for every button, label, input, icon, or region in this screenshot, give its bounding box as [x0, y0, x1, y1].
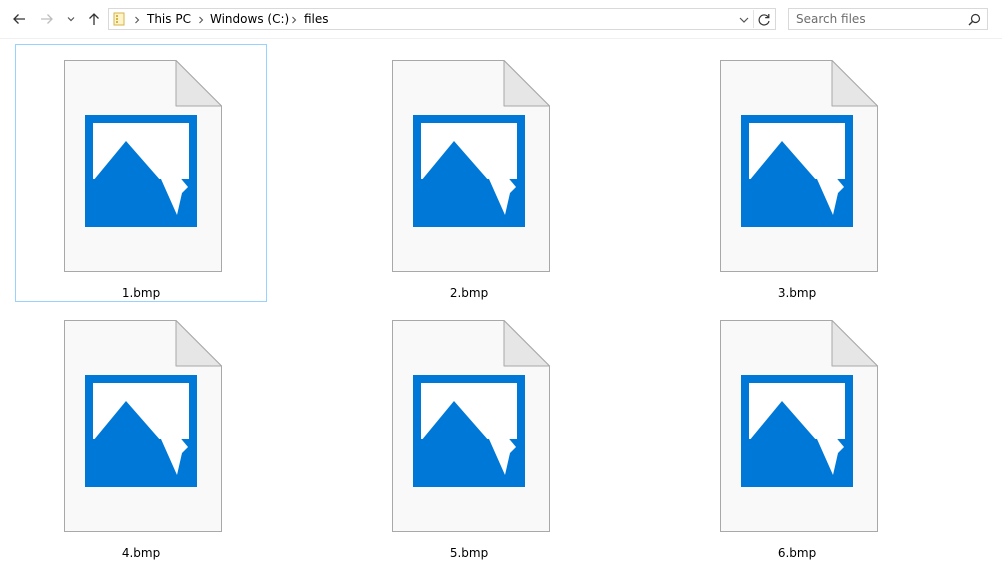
forward-arrow-icon	[40, 13, 54, 25]
folder-icon	[112, 12, 126, 26]
chevron-right-icon[interactable]	[133, 14, 141, 24]
breadcrumb-windows-c[interactable]: Windows (C:)	[210, 12, 289, 26]
bitmap-image-icon	[64, 320, 222, 532]
refresh-icon	[758, 14, 770, 26]
address-dropdown-button[interactable]	[737, 13, 751, 27]
file-name[interactable]: 6.bmp	[672, 546, 922, 560]
file-name[interactable]: 3.bmp	[672, 286, 922, 300]
address-divider	[753, 10, 754, 28]
bitmap-image-icon	[392, 320, 550, 532]
chevron-down-icon	[67, 16, 75, 22]
recent-locations-button[interactable]	[62, 9, 80, 29]
bitmap-image-icon	[64, 60, 222, 272]
chevron-down-icon	[739, 17, 749, 23]
file-tile-1[interactable]: 1.bmp	[15, 44, 267, 302]
file-tile-4[interactable]: 4.bmp	[15, 304, 267, 562]
navigation-toolbar: This PC Windows (C:) files Search files	[0, 0, 1002, 39]
back-arrow-icon	[12, 13, 26, 25]
up-arrow-icon	[88, 12, 100, 26]
address-bar[interactable]: This PC Windows (C:) files	[108, 8, 776, 30]
search-placeholder[interactable]: Search files	[796, 12, 866, 26]
forward-button[interactable]	[36, 9, 58, 29]
back-button[interactable]	[8, 9, 30, 29]
breadcrumb-this-pc[interactable]: This PC	[147, 12, 191, 26]
chevron-right-icon[interactable]	[290, 14, 298, 24]
search-box[interactable]: Search files	[788, 8, 988, 30]
up-button[interactable]	[84, 9, 104, 29]
file-tile-5[interactable]: 5.bmp	[343, 304, 595, 562]
file-tile-3[interactable]: 3.bmp	[671, 44, 923, 302]
file-name[interactable]: 5.bmp	[344, 546, 594, 560]
bitmap-image-icon	[392, 60, 550, 272]
file-name[interactable]: 2.bmp	[344, 286, 594, 300]
search-icon[interactable]	[968, 13, 981, 26]
file-tile-2[interactable]: 2.bmp	[343, 44, 595, 302]
file-tile-6[interactable]: 6.bmp	[671, 304, 923, 562]
refresh-button[interactable]	[756, 12, 772, 28]
bitmap-image-icon	[720, 60, 878, 272]
breadcrumb-files[interactable]: files	[304, 12, 329, 26]
chevron-right-icon[interactable]	[197, 14, 205, 24]
file-name[interactable]: 4.bmp	[16, 546, 266, 560]
file-view: 1.bmp 2.bmp 3.bmp 4.bmp 5.bmp 6.bmp	[0, 38, 1002, 564]
file-name[interactable]: 1.bmp	[16, 286, 266, 300]
bitmap-image-icon	[720, 320, 878, 532]
